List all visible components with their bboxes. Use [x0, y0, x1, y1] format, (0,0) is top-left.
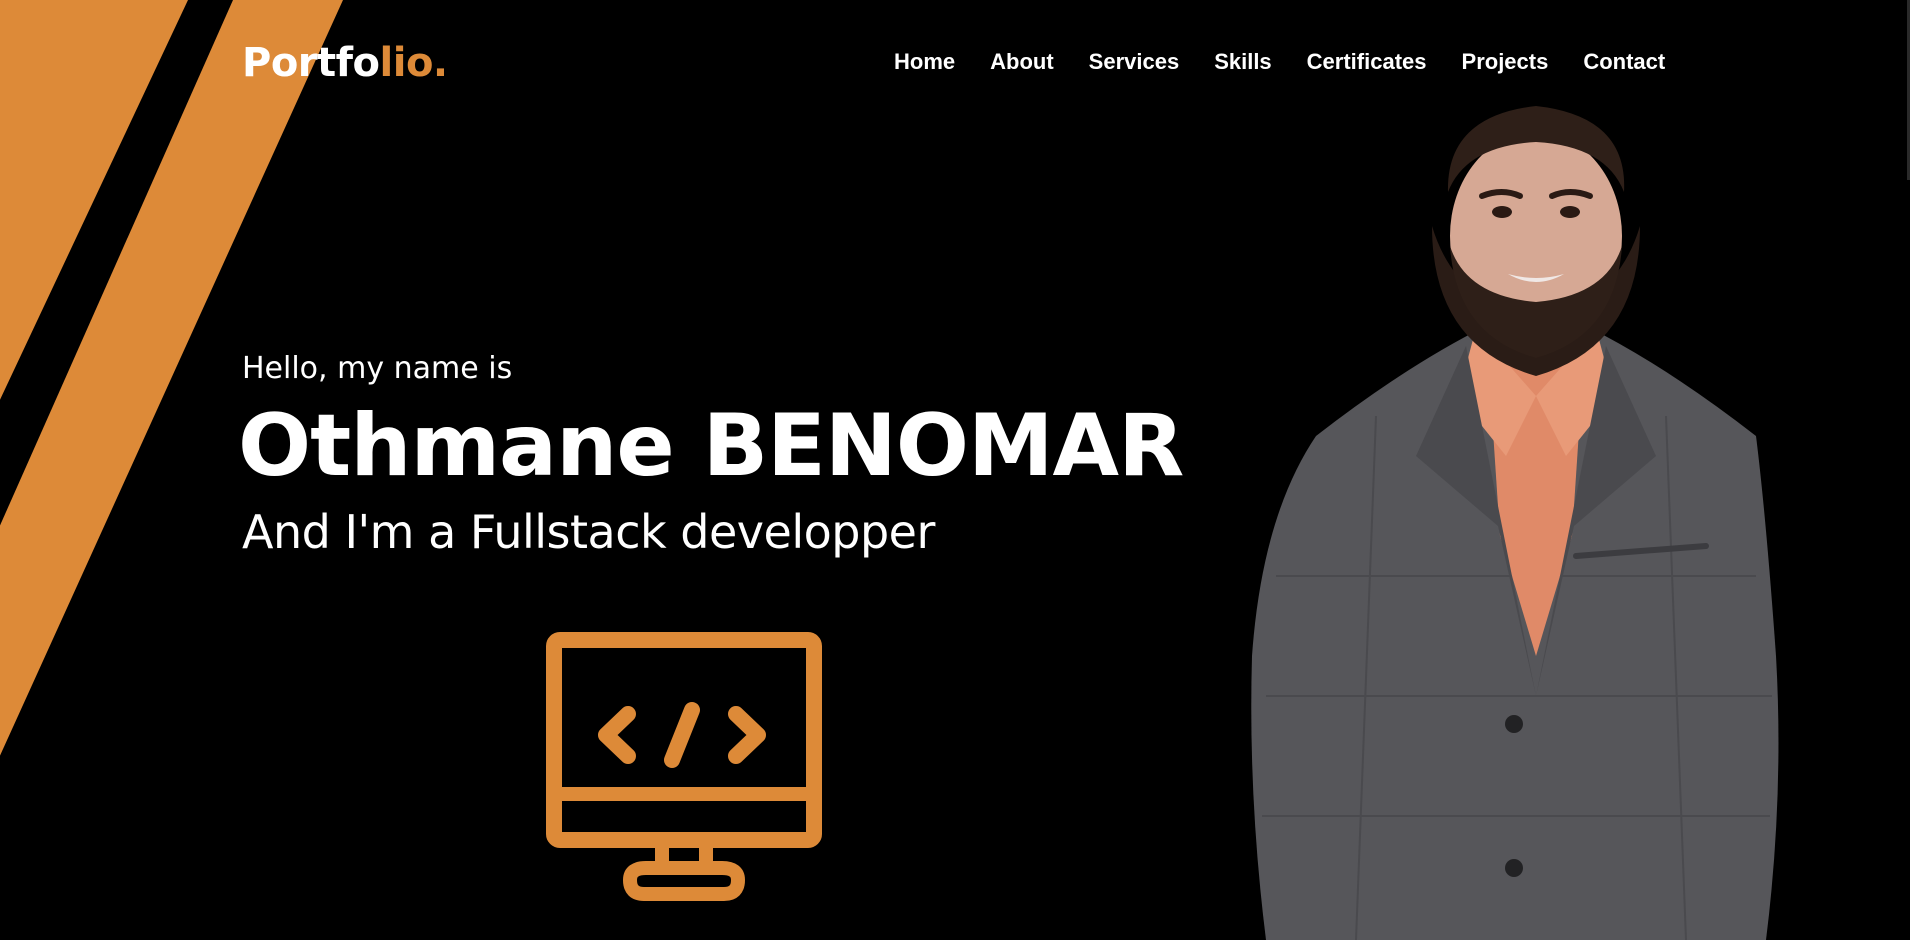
hero-name: Othmane BENOMAR — [238, 396, 1184, 496]
nav-home[interactable]: Home — [894, 46, 955, 78]
nav-certificates[interactable]: Certificates — [1307, 46, 1427, 78]
logo-text-accent: lio. — [379, 40, 449, 86]
hero-role: And I'm a Fullstack developper — [242, 505, 935, 559]
nav-about[interactable]: About — [990, 46, 1054, 78]
nav-skills[interactable]: Skills — [1214, 46, 1271, 78]
site-logo[interactable]: Portfolio. — [242, 36, 448, 90]
nav-services[interactable]: Services — [1089, 46, 1180, 78]
code-monitor-icon — [546, 632, 822, 901]
logo-text-main: Portfo — [242, 40, 380, 86]
nav-contact[interactable]: Contact — [1583, 46, 1665, 78]
hero-greeting: Hello, my name is — [242, 351, 513, 386]
profile-photo — [1251, 106, 1779, 940]
nav-projects[interactable]: Projects — [1462, 46, 1549, 78]
main-nav: Home About Services Skills Certificates … — [894, 46, 1665, 78]
